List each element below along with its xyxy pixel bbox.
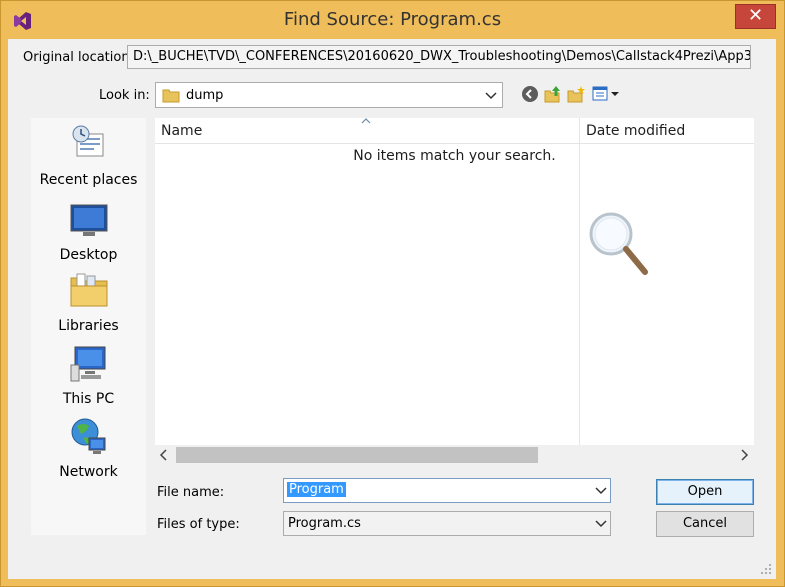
- chevron-down-icon[interactable]: [594, 517, 608, 531]
- view-menu-icon[interactable]: [592, 86, 620, 102]
- scrollbar-thumb[interactable]: [176, 447, 538, 463]
- resize-grip-icon[interactable]: [760, 563, 772, 575]
- scroll-right-icon[interactable]: [739, 449, 749, 461]
- files-of-type-value: Program.cs: [288, 516, 361, 531]
- place-libraries[interactable]: Libraries: [31, 270, 146, 334]
- open-button[interactable]: Open: [656, 479, 754, 505]
- close-button[interactable]: ✕: [735, 4, 776, 29]
- place-label: Recent places: [39, 172, 138, 188]
- place-recent-places[interactable]: Recent places: [31, 124, 146, 188]
- file-name-combobox[interactable]: Program: [283, 478, 611, 503]
- original-location-label: Original location:: [23, 50, 134, 65]
- place-label: Desktop: [59, 247, 118, 263]
- files-of-type-dropdown[interactable]: Program.cs: [283, 511, 611, 536]
- place-label: This PC: [62, 391, 115, 407]
- scroll-left-icon[interactable]: [159, 449, 169, 461]
- place-network[interactable]: Network: [31, 416, 146, 480]
- look-in-label: Look in:: [99, 88, 150, 103]
- recent-places-icon: [72, 125, 103, 157]
- sort-ascending-icon: [361, 118, 371, 124]
- look-in-value: dump: [186, 88, 224, 103]
- column-divider: [579, 118, 580, 445]
- chevron-down-icon[interactable]: [594, 484, 608, 498]
- original-location-field[interactable]: D:\_BUCHE\TVD\_CONFERENCES\20160620_DWX_…: [127, 45, 751, 69]
- libraries-icon: [70, 273, 107, 307]
- column-header-date-modified[interactable]: Date modified: [586, 123, 685, 139]
- place-label: Network: [59, 464, 118, 480]
- place-label: Libraries: [58, 318, 119, 334]
- network-icon: [71, 418, 105, 454]
- window-title: Find Source: Program.cs: [283, 9, 502, 30]
- back-icon[interactable]: [521, 85, 539, 103]
- horizontal-scrollbar[interactable]: [155, 445, 754, 465]
- column-header-name[interactable]: Name: [161, 123, 202, 139]
- this-pc-icon: [70, 346, 105, 382]
- file-name-label: File name:: [157, 485, 225, 500]
- empty-message: No items match your search.: [353, 148, 556, 164]
- new-folder-icon[interactable]: [567, 85, 585, 103]
- folder-icon: [162, 89, 180, 103]
- magnifier-icon: [589, 212, 648, 275]
- cancel-button[interactable]: Cancel: [656, 511, 754, 537]
- desktop-icon: [70, 204, 107, 236]
- place-this-pc[interactable]: This PC: [31, 345, 146, 407]
- chevron-down-icon[interactable]: [484, 89, 498, 103]
- look-in-dropdown[interactable]: dump: [155, 82, 503, 108]
- files-of-type-label: Files of type:: [157, 517, 240, 532]
- up-folder-icon[interactable]: [544, 85, 562, 103]
- file-list-view[interactable]: Name Date modified No items match your s…: [155, 118, 754, 445]
- file-name-input[interactable]: Program: [287, 482, 346, 497]
- place-desktop[interactable]: Desktop: [31, 203, 146, 263]
